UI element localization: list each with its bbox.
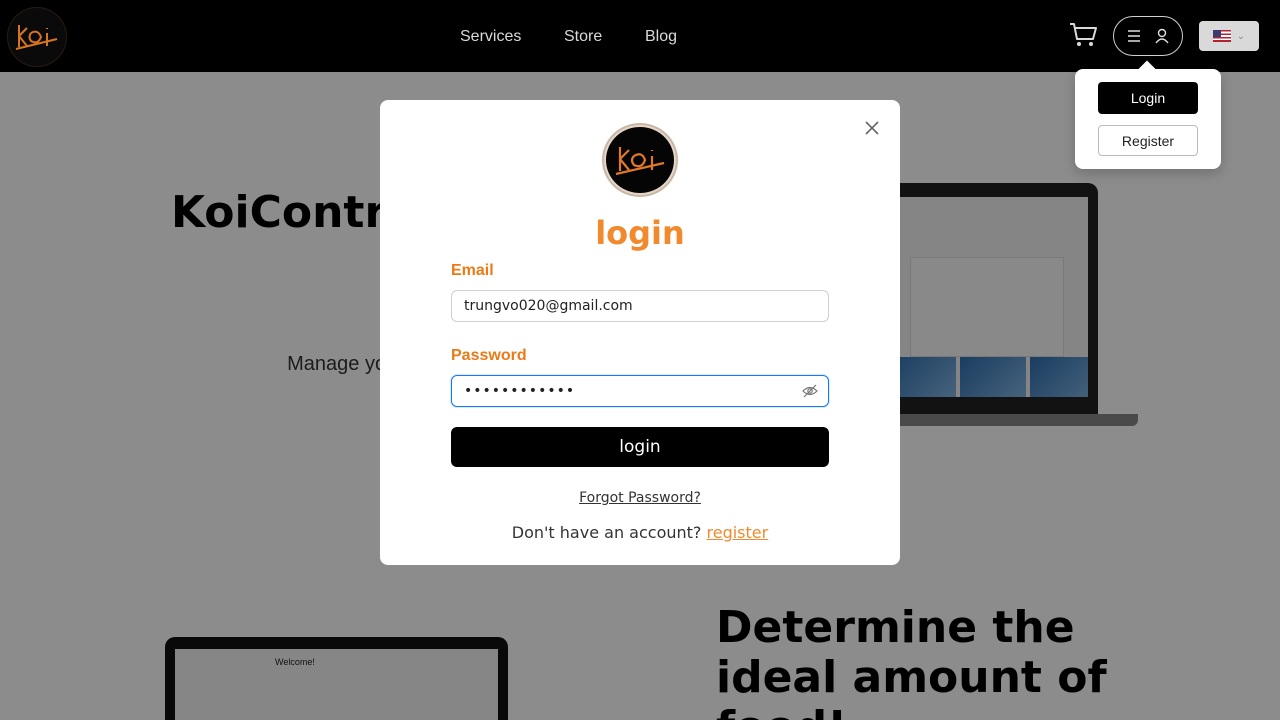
nav-store[interactable]: Store <box>564 28 602 46</box>
user-menu-button[interactable] <box>1113 16 1183 56</box>
email-label: Email <box>451 262 494 279</box>
user-icon <box>1155 28 1169 44</box>
eye-invisible-icon[interactable] <box>802 384 818 398</box>
hamburger-icon <box>1128 30 1140 42</box>
register-link[interactable]: register <box>707 523 769 542</box>
no-account-text: Don't have an account? <box>511 523 702 542</box>
language-selector[interactable]: ⌄ <box>1199 21 1259 51</box>
dropdown-login-button[interactable]: Login <box>1098 82 1198 114</box>
dropdown-register-button[interactable]: Register <box>1098 125 1198 156</box>
us-flag-icon <box>1212 30 1231 42</box>
close-icon[interactable] <box>862 118 882 138</box>
nav-services[interactable]: Services <box>460 28 521 46</box>
password-label: Password <box>451 347 527 364</box>
password-value: •••••••••••• <box>464 383 576 399</box>
koi-logo-icon <box>615 147 665 176</box>
nav-blog[interactable]: Blog <box>645 28 677 46</box>
account-dropdown: Login Register <box>1075 69 1221 169</box>
forgot-password-link[interactable]: Forgot Password? <box>380 490 900 506</box>
email-field[interactable]: trungvo020@gmail.com <box>451 290 829 322</box>
chevron-down-icon: ⌄ <box>1236 30 1246 42</box>
register-prompt: Don't have an account? register <box>380 523 900 542</box>
koi-logo <box>604 125 676 195</box>
login-modal: login Email trungvo020@gmail.com Passwor… <box>380 100 900 565</box>
cart-icon[interactable] <box>1069 22 1097 48</box>
modal-title: login <box>595 214 685 252</box>
password-field[interactable]: •••••••••••• <box>451 375 829 407</box>
login-submit-button[interactable]: login <box>451 427 829 467</box>
top-navbar: Services Store Blog ⌄ <box>0 0 1280 72</box>
